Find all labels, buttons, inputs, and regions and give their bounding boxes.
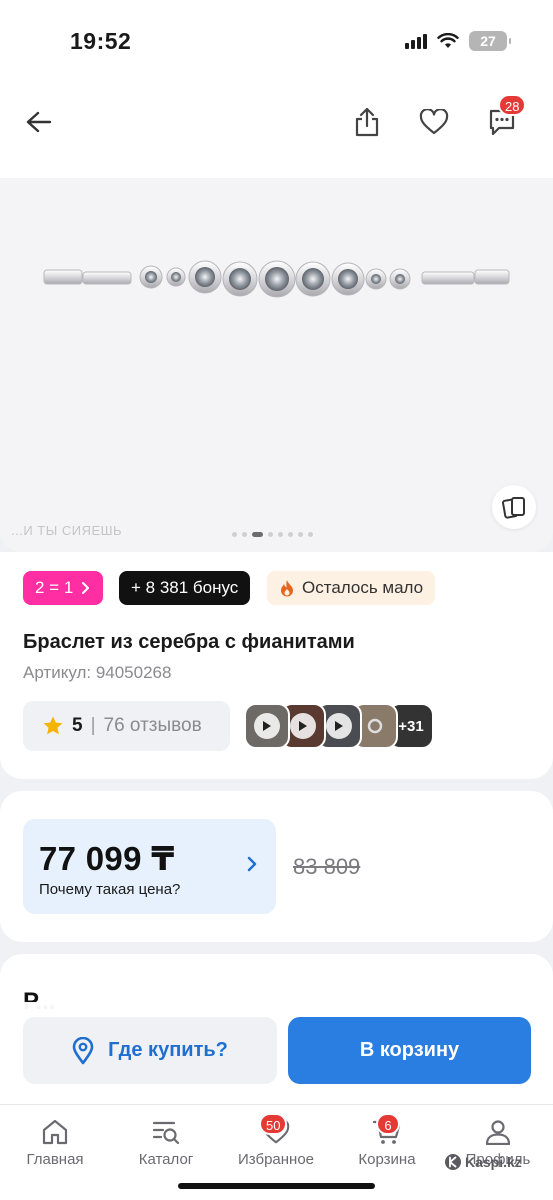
gallery-pagination [232, 532, 313, 537]
price-explanation-link: Почему такая цена? [39, 881, 181, 898]
heart-icon [419, 109, 449, 135]
product-gallery[interactable]: ...И ТЫ СИЯЕШЬ [0, 178, 553, 552]
play-icon [290, 713, 316, 739]
tab-cart[interactable]: 6 Корзина [332, 1113, 442, 1168]
bonus-chip-label: + 8 381 бонус [131, 578, 239, 597]
price-card: 77 099 ₸ Почему такая цена? 83 809 [0, 791, 553, 942]
tab-cart-label: Корзина [358, 1151, 416, 1168]
tab-favorites[interactable]: 50 Избранное [221, 1113, 331, 1168]
share-icon [355, 107, 379, 137]
profile-icon [485, 1120, 511, 1145]
gallery-watermark: ...И ТЫ СИЯЕШЬ [11, 523, 123, 538]
favorites-badge: 50 [259, 1113, 288, 1135]
review-video-thumb[interactable] [244, 703, 290, 749]
kaspi-logo-text: Kaspi.kz [465, 1154, 522, 1170]
play-icon [254, 713, 280, 739]
tab-catalog[interactable]: Каталог [111, 1119, 221, 1168]
bracelet-image [43, 260, 510, 298]
location-pin-icon [72, 1036, 94, 1064]
fire-icon [281, 580, 293, 597]
cart-badge: 6 [376, 1113, 400, 1135]
notifications-badge: 28 [498, 94, 527, 116]
gallery-dot [242, 532, 247, 537]
price-box[interactable]: 77 099 ₸ Почему такая цена? [23, 819, 276, 914]
add-to-cart-button[interactable]: В корзину [288, 1017, 531, 1084]
tab-home-label: Главная [26, 1151, 84, 1168]
gallery-dot [278, 532, 283, 537]
gallery-dot [232, 532, 237, 537]
ring-photo-icon [367, 718, 383, 734]
tab-cart-icon-wrap: 6 [372, 1113, 402, 1145]
home-icon [42, 1119, 68, 1145]
status-time: 19:52 [70, 28, 132, 54]
status-bar: 19:52 27 [0, 0, 553, 82]
gallery-dot-active [252, 532, 263, 537]
old-price: 83 809 [293, 854, 361, 879]
action-bar: Где купить? В корзину [0, 1002, 553, 1104]
reviews-chat-button[interactable]: 28 [480, 94, 527, 144]
catalog-search-icon [152, 1121, 180, 1145]
low-stock-chip: Осталось мало [267, 571, 436, 605]
battery-indicator: 27 [469, 31, 511, 51]
tab-favorites-label: Избранное [237, 1151, 315, 1168]
favorite-button[interactable] [412, 100, 456, 144]
where-to-buy-button[interactable]: Где купить? [23, 1017, 277, 1084]
tab-favorites-icon-wrap: 50 [259, 1113, 290, 1145]
bonus-chip[interactable]: + 8 381 бонус [119, 571, 251, 605]
back-button[interactable] [17, 100, 61, 144]
compare-button[interactable] [492, 485, 536, 529]
kaspi-logo-icon [445, 1154, 461, 1170]
add-to-cart-label: В корзину [359, 1039, 460, 1061]
chevron-right-icon [82, 582, 90, 594]
product-info-card: 2 = 1 + 8 381 бонус Осталось мало Брасле… [0, 552, 553, 779]
share-button[interactable] [345, 100, 389, 144]
star-icon [43, 716, 63, 735]
gallery-dot [308, 532, 313, 537]
wifi-icon [437, 33, 459, 48]
gallery-dot [268, 532, 273, 537]
gallery-dot [288, 532, 293, 537]
copy-cards-icon [502, 497, 525, 519]
cellular-signal-icon [405, 33, 427, 49]
arrow-left-icon [26, 111, 52, 133]
rating-summary[interactable]: 5 | 76 отзывов [23, 701, 230, 751]
status-icons: 27 [405, 31, 511, 51]
rating-separator: | [90, 715, 96, 736]
play-icon [326, 713, 352, 739]
review-media-strip[interactable]: +31 [244, 703, 434, 749]
rating-value: 5 [72, 715, 83, 736]
promo-chip[interactable]: 2 = 1 [23, 571, 104, 605]
product-title: Браслет из серебра с фианитами [23, 631, 355, 653]
product-sku: Артикул: 94050268 [23, 663, 172, 682]
top-bar: 28 [0, 82, 553, 178]
where-to-buy-label: Где купить? [108, 1039, 228, 1061]
tab-catalog-label: Каталог [138, 1151, 194, 1168]
reviews-count: 76 отзывов [103, 715, 202, 736]
promo-chip-label: 2 = 1 [35, 578, 74, 597]
chevron-right-icon [247, 856, 257, 872]
low-stock-label: Осталось мало [302, 578, 424, 597]
current-price: 77 099 ₸ [39, 840, 175, 877]
kaspi-logo: Kaspi.kz [444, 1153, 522, 1171]
home-indicator [178, 1183, 375, 1189]
gallery-dot [298, 532, 303, 537]
tab-home[interactable]: Главная [0, 1119, 110, 1168]
